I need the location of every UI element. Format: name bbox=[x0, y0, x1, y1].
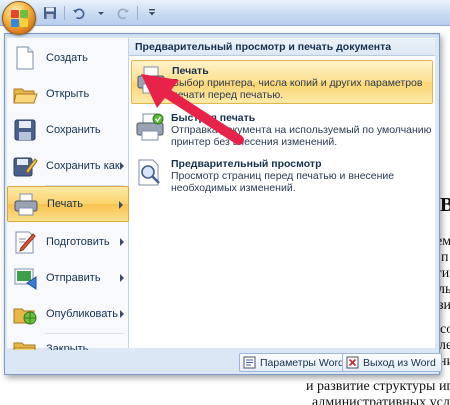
menu-item-label: Открыть bbox=[46, 88, 90, 100]
menu-item-label: Опубликовать bbox=[46, 308, 118, 320]
word-options-label: Параметры Word bbox=[260, 356, 344, 369]
submenu-arrow-icon bbox=[120, 162, 124, 170]
submenu-arrow-icon bbox=[120, 238, 124, 246]
undo-button[interactable] bbox=[69, 4, 89, 22]
save-as-icon bbox=[12, 153, 38, 179]
save-icon bbox=[44, 7, 56, 19]
exit-word-button[interactable]: Выход из Word bbox=[342, 353, 442, 372]
doc-line-fragment: п bbox=[441, 250, 449, 265]
open-folder-icon bbox=[12, 81, 38, 107]
menu-item-print[interactable]: Печать bbox=[7, 186, 129, 222]
prepare-icon bbox=[12, 229, 38, 255]
submenu-header: Предварительный просмотр и печать докуме… bbox=[129, 38, 435, 56]
send-icon bbox=[12, 265, 38, 291]
red-pointer-arrow-icon bbox=[141, 74, 244, 145]
submenu-arrow-icon bbox=[120, 310, 124, 318]
doc-line-fragment: co bbox=[440, 322, 450, 337]
undo-icon bbox=[73, 8, 85, 20]
submenu-arrow-icon bbox=[119, 201, 123, 209]
redo-icon bbox=[117, 8, 129, 20]
menu-item-open[interactable]: Открыть bbox=[7, 76, 129, 112]
menu-item-send[interactable]: Отправить bbox=[7, 260, 129, 296]
office-button[interactable] bbox=[2, 1, 36, 35]
menu-item-save-as[interactable]: Сохранить как bbox=[7, 148, 129, 184]
redo-button[interactable] bbox=[113, 4, 133, 22]
chevron-down-icon bbox=[98, 12, 104, 15]
quick-save-button[interactable] bbox=[40, 4, 60, 22]
customize-toolbar-button[interactable] bbox=[142, 4, 162, 22]
publish-icon bbox=[12, 301, 38, 327]
customize-menu-icon bbox=[149, 9, 155, 16]
qat-separator bbox=[137, 6, 138, 20]
menu-item-label: Создать bbox=[46, 52, 88, 64]
submenu-item-title: Предварительный просмотр bbox=[171, 158, 322, 170]
submenu-item-print-preview[interactable]: Предварительный просмотр Просмотр страни… bbox=[131, 154, 433, 198]
menu-item-label: Печать bbox=[47, 198, 84, 210]
menu-item-label: Сохранить как bbox=[46, 160, 120, 172]
printer-icon bbox=[13, 191, 39, 217]
doc-heading-fragment: В bbox=[440, 194, 450, 216]
menu-item-new[interactable]: Создать bbox=[7, 40, 129, 76]
submenu-arrow-icon bbox=[120, 274, 124, 282]
submenu-item-description: Просмотр страниц перед печатью и внесени… bbox=[171, 170, 395, 182]
close-icon bbox=[346, 356, 359, 369]
menu-commands-pane: Создать Открыть Сохранить Сохранить как bbox=[7, 38, 129, 359]
new-document-icon bbox=[12, 45, 38, 71]
office-logo-icon bbox=[11, 10, 29, 28]
doc-line: и развитие структуры игро bbox=[306, 379, 450, 394]
menu-item-label: Сохранить bbox=[46, 124, 101, 136]
doc-line-fragment: ле bbox=[439, 338, 450, 353]
menu-item-publish[interactable]: Опубликовать bbox=[7, 296, 129, 332]
save-icon bbox=[12, 117, 38, 143]
undo-dropdown-button[interactable] bbox=[91, 4, 111, 22]
qat-separator bbox=[64, 6, 65, 20]
word-options-button[interactable]: Параметры Word bbox=[239, 353, 350, 372]
exit-word-label: Выход из Word bbox=[363, 356, 436, 369]
menu-item-save[interactable]: Сохранить bbox=[7, 112, 129, 148]
doc-line: административных услов bbox=[312, 395, 450, 405]
quick-access-toolbar bbox=[40, 4, 162, 22]
submenu-item-description: необходимых изменений. bbox=[171, 182, 296, 194]
options-icon bbox=[243, 356, 256, 369]
title-bar bbox=[0, 0, 450, 26]
print-preview-icon bbox=[135, 158, 165, 188]
menu-item-label: Подготовить bbox=[46, 236, 110, 248]
menu-item-label: Отправить bbox=[46, 272, 101, 284]
menu-item-prepare[interactable]: Подготовить bbox=[7, 224, 129, 260]
menu-bottom-bar: Параметры Word Выход из Word bbox=[5, 350, 442, 374]
